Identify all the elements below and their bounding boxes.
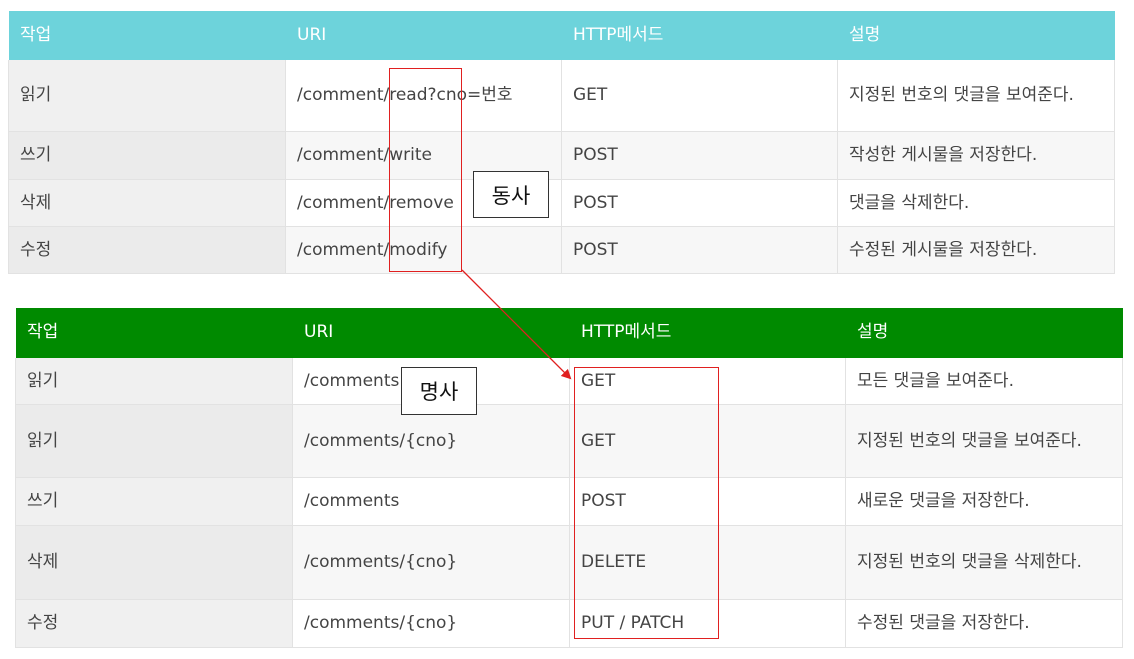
arrow-connector xyxy=(461,269,572,380)
